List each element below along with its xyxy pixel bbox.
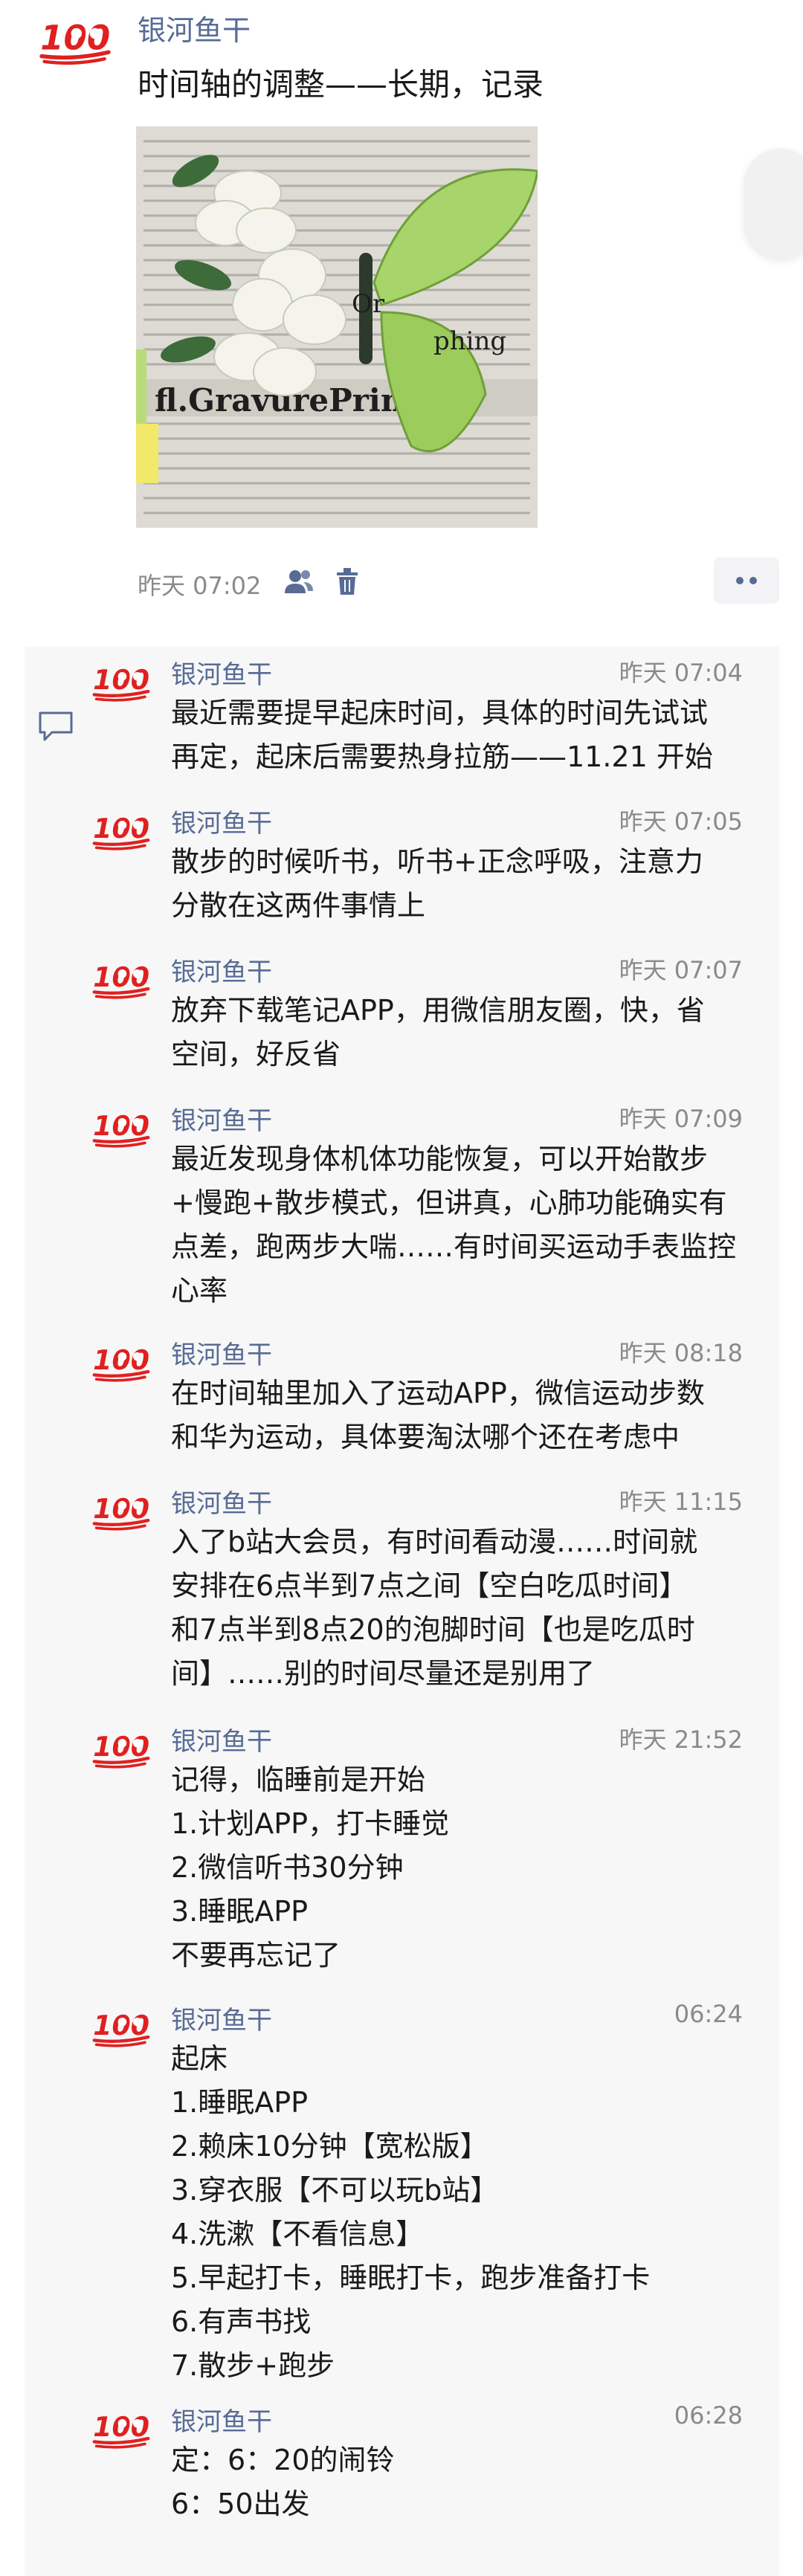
comment-avatar[interactable] bbox=[88, 2407, 155, 2450]
comment-avatar[interactable] bbox=[88, 1489, 155, 1532]
comment-time: 昨天 11:15 bbox=[619, 1488, 743, 1516]
comment-time: 昨天 07:09 bbox=[619, 1105, 743, 1133]
more-actions-button[interactable] bbox=[714, 558, 779, 604]
comment-time: 昨天 07:04 bbox=[619, 659, 743, 687]
comment-text-line: 和华为运动，具体要淘汰哪个还在考虑中 bbox=[171, 1421, 680, 1453]
comment-text-line: 3.穿衣服【不可以玩b站】 bbox=[171, 2174, 499, 2207]
comment-text: 入了b站大会员，有时间看动漫……时间就 安排在6点半到7点之间【空白吃瓜时间】 和7… bbox=[171, 1520, 758, 1696]
visibility-friends-icon[interactable] bbox=[283, 565, 315, 598]
comment-text-line: 1.睡眠APP bbox=[171, 2086, 309, 2119]
author-avatar[interactable] bbox=[33, 13, 117, 67]
comment-text-line: 在时间轴里加入了运动APP，微信运动步数 bbox=[171, 1377, 705, 1410]
dot-icon bbox=[736, 577, 744, 584]
comment-text-line: 2.微信听书30分钟 bbox=[171, 1851, 404, 1884]
floating-widget[interactable] bbox=[744, 149, 803, 260]
dot-icon bbox=[749, 577, 757, 584]
comment-text-line: 心率 bbox=[171, 1274, 228, 1307]
delete-icon[interactable] bbox=[331, 565, 364, 598]
svg-text:Or: Or bbox=[352, 289, 385, 319]
comment-text-line: 4.洗漱【不看信息】 bbox=[171, 2218, 425, 2250]
comment-time: 06:24 bbox=[674, 2000, 743, 2028]
comment-author[interactable]: 银河鱼干 bbox=[171, 1721, 272, 1757]
comment-time: 06:28 bbox=[674, 2401, 743, 2430]
comment-author[interactable]: 银河鱼干 bbox=[171, 2401, 272, 2438]
comment-text: 起床 1.睡眠APP 2.赖床10分钟【宽松版】 3.穿衣服【不可以玩b站】 4.洗漱【… bbox=[171, 2037, 758, 2388]
comment-text: 最近发现身体机体功能恢复，可以开始散步 +慢跑+散步模式，但讲真，心肺功能确实有点… bbox=[171, 1137, 758, 1313]
comment-avatar[interactable] bbox=[88, 809, 155, 852]
comment-author[interactable]: 银河鱼干 bbox=[171, 803, 272, 839]
comment-text-line: 点差，跑两步大喘……有时间买运动手表监控 bbox=[171, 1230, 737, 1263]
comment-text-line: 1.计划APP，打卡睡觉 bbox=[171, 1807, 450, 1840]
comment-text-line: 安排在6点半到7点之间【空白吃瓜时间】 bbox=[171, 1569, 688, 1602]
comment-text: 记得，临睡前是开始 1.计划APP，打卡睡觉 2.微信听书30分钟 3.睡眠APP 不要… bbox=[171, 1758, 758, 1978]
comment-text-line: 再定，起床后需要热身拉筋——11.21 开始 bbox=[171, 740, 713, 773]
svg-text:phing: phing bbox=[433, 326, 506, 356]
comment-text-line: 3.睡眠APP bbox=[171, 1895, 309, 1928]
comment-text-line: 最近需要提早起床时间，具体的时间先试试 bbox=[171, 697, 709, 729]
comment-text-line: 和7点半到8点20的泡脚时间【也是吃瓜时 bbox=[171, 1613, 695, 1646]
comment-text-line: 分散在这两件事情上 bbox=[171, 889, 426, 922]
comment-text-line: 散步的时候听书，听书+正念呼吸，注意力 bbox=[171, 845, 703, 878]
comment-text-line: 6：50出发 bbox=[171, 2488, 310, 2520]
comment-avatar[interactable] bbox=[88, 2006, 155, 2049]
comment-text-line: 间】……别的时间尽量还是别用了 bbox=[171, 1657, 596, 1690]
comment-text-line: 放弃下载笔记APP，用微信朋友圈，快，省 bbox=[171, 994, 705, 1027]
comment-text-line: 入了b站大会员，有时间看动漫……时间就 bbox=[171, 1526, 698, 1558]
comment-time: 昨天 21:52 bbox=[619, 1726, 743, 1754]
comment-text-line: 定：6：20的闹铃 bbox=[171, 2444, 395, 2476]
comment-time: 昨天 07:07 bbox=[619, 956, 743, 984]
comment-text-line: 空间，好反省 bbox=[171, 1038, 341, 1071]
comment-avatar[interactable] bbox=[88, 1727, 155, 1770]
post-time: 昨天 07:02 bbox=[138, 572, 262, 600]
comment-text: 定：6：20的闹铃 6：50出发 bbox=[171, 2438, 758, 2526]
comment-author[interactable]: 银河鱼干 bbox=[171, 1483, 272, 1520]
post-image[interactable]: fl.GravurePrint Or phing bbox=[136, 126, 538, 528]
moment-post: 银河鱼干 时间轴的调整——长期，记录 fl.GravurePrint Or ph… bbox=[0, 0, 803, 654]
comment-text-line: 起床 bbox=[171, 2042, 228, 2075]
comment-text-line: 最近发现身体机体功能恢复，可以开始散步 bbox=[171, 1143, 709, 1175]
comment-text-line: 6.有声书找 bbox=[171, 2305, 312, 2338]
post-text: 时间轴的调整——长期，记录 bbox=[138, 66, 544, 103]
comment-text-line: 5.早起打卡，睡眠打卡，跑步准备打卡 bbox=[171, 2262, 651, 2294]
comment-icon bbox=[39, 711, 73, 741]
comment-author[interactable]: 银河鱼干 bbox=[171, 1334, 272, 1371]
comment-text: 最近需要提早起床时间，具体的时间先试试 再定，起床后需要热身拉筋——11.21 开… bbox=[171, 691, 758, 779]
comment-text-line: 记得，临睡前是开始 bbox=[171, 1763, 426, 1796]
comment-avatar[interactable] bbox=[88, 1340, 155, 1384]
comment-avatar[interactable] bbox=[88, 1106, 155, 1149]
comment-time: 昨天 07:05 bbox=[619, 807, 743, 836]
comment-text: 放弃下载笔记APP，用微信朋友圈，快，省 空间，好反省 bbox=[171, 989, 758, 1076]
comment-avatar[interactable] bbox=[88, 958, 155, 1001]
comment-avatar[interactable] bbox=[88, 660, 155, 703]
comment-text-line: 不要再忘记了 bbox=[171, 1939, 341, 1972]
comment-text-line: 7.散步+跑步 bbox=[171, 2349, 335, 2382]
comment-text: 在时间轴里加入了运动APP，微信运动步数 和华为运动，具体要淘汰哪个还在考虑中 bbox=[171, 1372, 758, 1459]
comment-text-line: 2.赖床10分钟【宽松版】 bbox=[171, 2130, 488, 2163]
comment-author[interactable]: 银河鱼干 bbox=[171, 654, 272, 691]
comment-author[interactable]: 银河鱼干 bbox=[171, 1100, 272, 1137]
comment-author[interactable]: 银河鱼干 bbox=[171, 2000, 272, 2036]
comment-time: 昨天 08:18 bbox=[619, 1339, 743, 1367]
post-author-name[interactable]: 银河鱼干 bbox=[138, 7, 251, 48]
comment-author[interactable]: 银河鱼干 bbox=[171, 952, 272, 988]
comment-text-line: +慢跑+散步模式，但讲真，心肺功能确实有 bbox=[171, 1187, 727, 1219]
comment-text: 散步的时候听书，听书+正念呼吸，注意力 分散在这两件事情上 bbox=[171, 840, 758, 928]
